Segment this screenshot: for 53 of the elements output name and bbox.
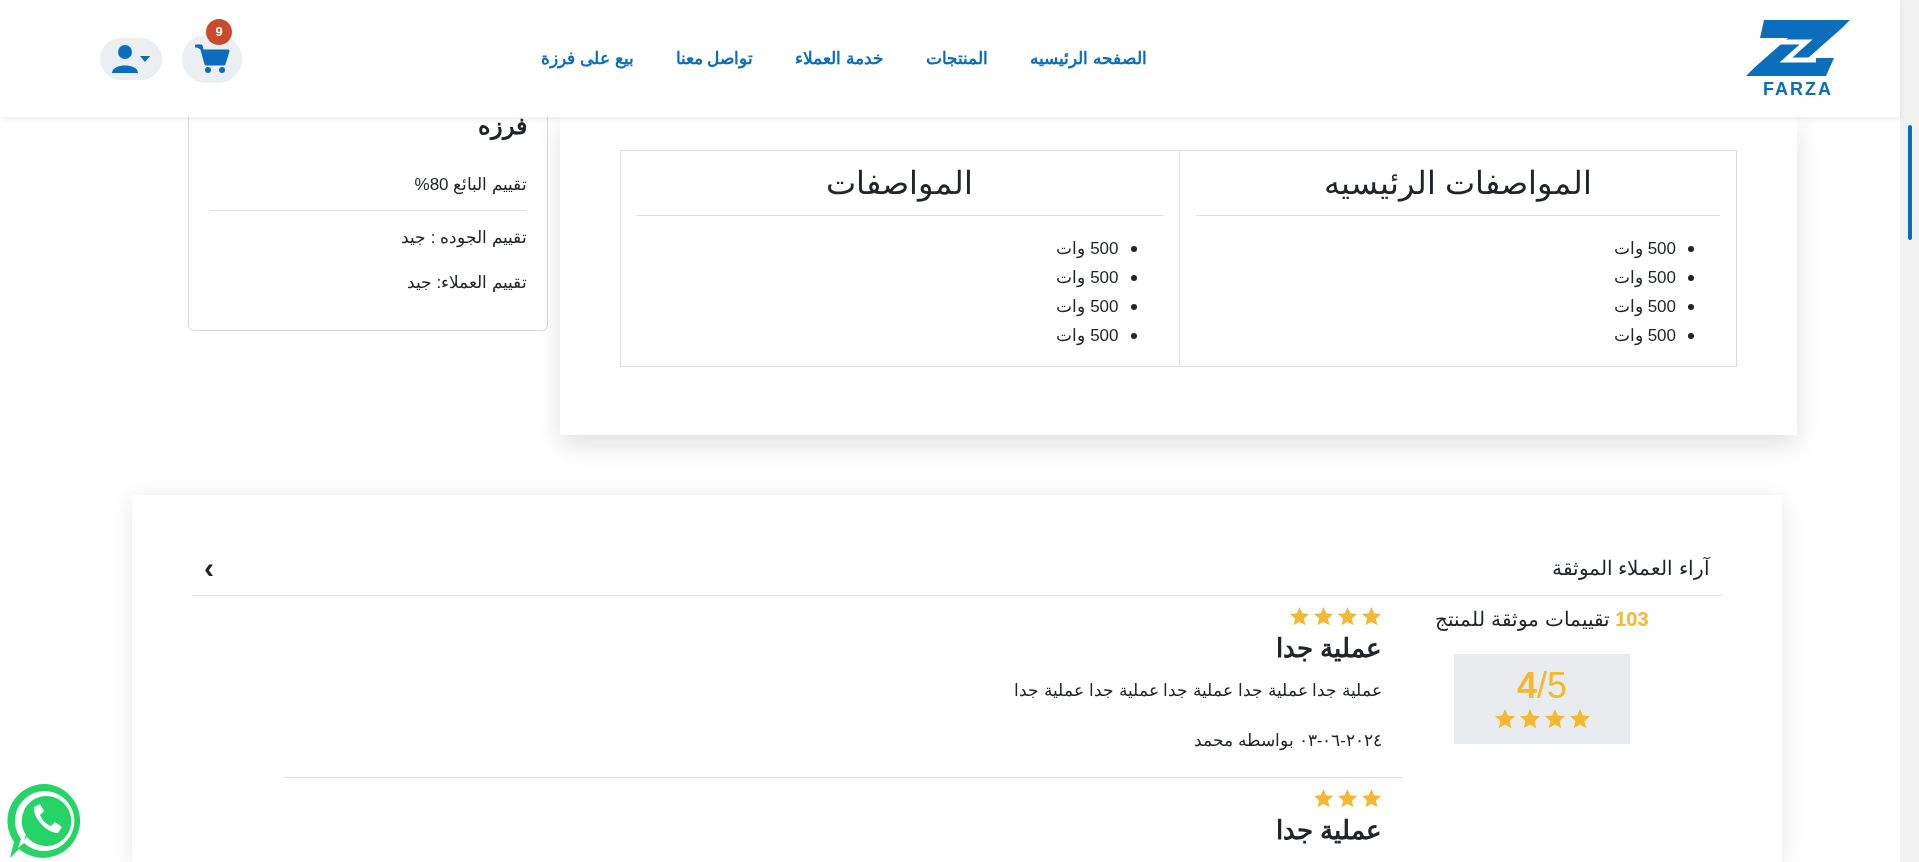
star-icon [1361,788,1382,809]
cart-icon [194,42,230,75]
next-button[interactable]: › [204,553,214,583]
scrollbar[interactable] [1900,0,1919,862]
star-icon [1568,708,1591,730]
review-title: عملية جدا [1274,814,1382,847]
nav-link[interactable]: الصفحه الرئيسيه [1030,45,1147,72]
star-icon [1543,708,1566,730]
star-icon [1313,788,1334,809]
star-icon [1493,708,1516,730]
spec-item: 500 وات [1613,325,1676,348]
star-icon [1518,708,1541,730]
spec-item: 500 وات [1056,296,1119,319]
seller-rating: تقييم الجوده : جيد [401,227,527,247]
score-value: 4/5 [1516,668,1568,704]
nav-link[interactable]: بيع على فرزة [541,45,634,72]
bullet-icon [1130,245,1137,252]
spec-item: 500 وات [1056,267,1119,290]
seller-rating: تقييم العملاء: جيد [406,273,527,292]
spec-heading: المواصفات الرئيسيه [1323,165,1592,201]
nav-link[interactable]: المنتجات [926,45,989,72]
spec-heading: المواصفات [826,165,974,201]
section-title: آراء العملاء الموثقة [1551,556,1710,582]
bullet-icon [1130,303,1137,310]
spec-item: 500 وات [1056,238,1119,261]
review-text: عملية جدا عملية جدا عملية جدا عملية جدا عملية جدا [1013,680,1382,702]
review-meta: ٢٠٢٤-٠٦-٠٣ بواسطه محمد [1193,729,1382,753]
spec-item: 500 وات [1613,267,1676,290]
bullet-icon [1130,274,1137,281]
nav-link[interactable]: خدمة العملاء [795,45,885,72]
star-icon [1361,606,1382,627]
nav-link[interactable]: تواصل معنا [675,45,754,72]
bullet-icon [1688,303,1694,310]
seller-rating: تقييم البائع 80% [414,175,527,194]
star-icon [1337,788,1358,809]
logo-text: FARZA [1763,79,1833,98]
spec-item: 500 وات [1056,325,1119,348]
spec-item: 500 وات [1613,238,1676,261]
logo-icon [1746,19,1850,76]
bullet-icon [1688,245,1694,252]
star-icon [1313,606,1334,627]
cart-count-badge: 9 [206,18,232,45]
bullet-icon [1688,274,1694,281]
user-icon [111,43,151,74]
bullet-icon [1130,332,1137,339]
cart-button[interactable] [182,34,242,83]
star-icon [1337,606,1358,627]
bullet-icon [1688,332,1694,339]
spec-item: 500 وات [1613,296,1676,319]
account-button[interactable] [100,37,162,80]
review-title: عملية جدا [1274,632,1382,665]
scrollbar-thumb[interactable] [1908,125,1912,240]
star-icon [1289,606,1310,627]
